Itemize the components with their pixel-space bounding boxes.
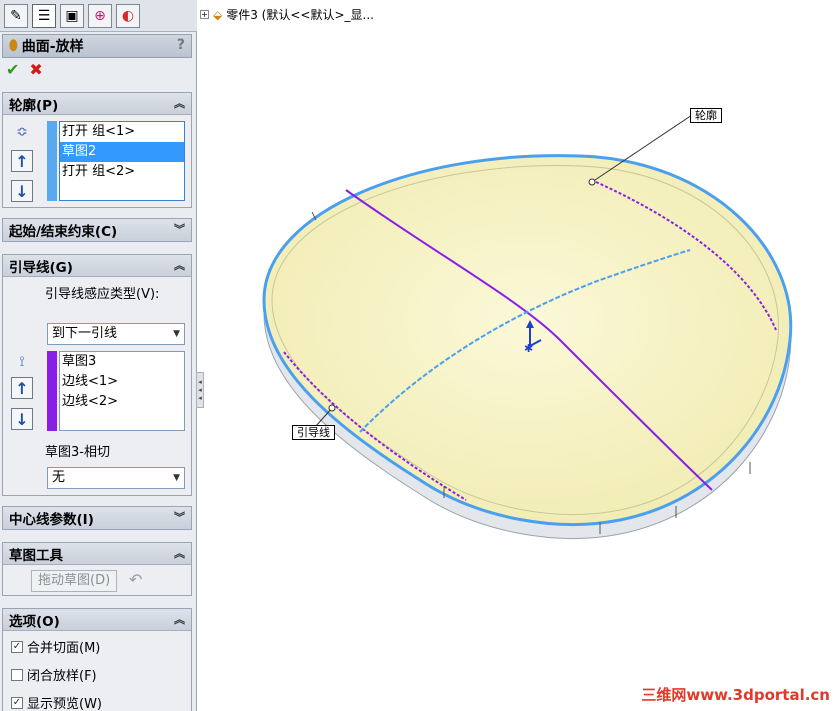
tangency-type-value: 无 — [52, 470, 66, 485]
move-down-button[interactable]: ↓ — [11, 180, 33, 202]
options-group: 选项(O) ︽ ✓ 合并切面(M) 闭合放样(F) ✓ 显示预览(W) — [2, 608, 192, 711]
property-manager-panel: ✎ ☰ ▣ ⊕ ◐ ⬮ 曲面-放样 ? ✔ ✖ 轮廓(P) ︽ ≎ ↑ ↓ 打开… — [0, 0, 197, 711]
profile-callout-label[interactable]: 轮廓 — [690, 108, 722, 123]
configuration-manager-icon: ▣ — [65, 8, 79, 24]
arrow-up-icon: ↑ — [15, 378, 29, 398]
property-manager-tab[interactable]: ☰ — [32, 4, 56, 28]
configuration-manager-tab[interactable]: ▣ — [60, 4, 84, 28]
sketch-tools-group: 草图工具 ︽ 拖动草图(D) ↶ — [2, 542, 192, 596]
influence-type-label: 引导线感应类型(V): — [45, 287, 160, 302]
sketch-tools-title: 草图工具 — [9, 547, 63, 564]
dropdown-arrow-icon: ▼ — [173, 473, 180, 483]
display-manager-tab[interactable]: ◐ — [116, 4, 140, 28]
start-end-constraints-group: 起始/结束约束(C) ︾ — [2, 218, 192, 242]
arrow-down-icon: ↓ — [15, 409, 29, 429]
guide-curves-header[interactable]: 引导线(G) ︽ — [3, 255, 191, 277]
merge-tangent-faces-checkbox[interactable]: ✓ 合并切面(M) — [11, 637, 100, 656]
close-loft-checkbox[interactable]: 闭合放样(F) — [11, 665, 97, 684]
guide-curves-list[interactable]: 草图3 边线<1> 边线<2> — [59, 351, 185, 431]
profile-list[interactable]: 打开 组<1> 草图2 打开 组<2> — [59, 121, 185, 201]
tangency-type-select[interactable]: 无 ▼ — [47, 467, 185, 489]
feature-manager-tab[interactable]: ✎ — [4, 4, 28, 28]
profile-group: 轮廓(P) ︽ ≎ ↑ ↓ 打开 组<1> 草图2 打开 组<2> — [2, 92, 192, 208]
loft-surface-icon: ⬮ — [9, 38, 18, 54]
graphics-viewport[interactable]: ✱ — [198, 24, 834, 684]
list-item[interactable]: 打开 组<2> — [60, 162, 184, 182]
checkbox-checked-icon: ✓ — [11, 640, 23, 653]
profile-color-bar — [47, 121, 57, 201]
list-item[interactable]: 边线<2> — [60, 392, 184, 412]
move-up-button[interactable]: ↑ — [11, 150, 33, 172]
start-end-constraints-header[interactable]: 起始/结束约束(C) ︾ — [3, 219, 191, 241]
guide-move-up-button[interactable]: ↑ — [11, 377, 33, 399]
help-button[interactable]: ? — [177, 37, 185, 53]
dropdown-arrow-icon: ▼ — [173, 329, 180, 339]
ok-button[interactable]: ✔ — [6, 60, 19, 82]
part-tree-label: 零件3 (默认<<默认>_显... — [226, 8, 374, 22]
display-manager-icon: ◐ — [121, 8, 135, 24]
options-title: 选项(O) — [9, 613, 60, 630]
dimxpert-icon: ⊕ — [94, 8, 106, 24]
centerline-params-group: 中心线参数(I) ︾ — [2, 506, 192, 530]
svg-text:✱: ✱ — [524, 342, 533, 355]
close-loft-label: 闭合放样(F) — [27, 669, 97, 684]
influence-type-select[interactable]: 到下一引线 ▼ — [47, 323, 185, 345]
collapse-chevron-icon[interactable]: ︽ — [174, 545, 185, 561]
profile-group-title: 轮廓(P) — [9, 97, 59, 114]
drag-sketch-button[interactable]: 拖动草图(D) — [31, 570, 118, 592]
sketch-tools-header[interactable]: 草图工具 ︽ — [3, 543, 191, 565]
show-preview-label: 显示预览(W) — [27, 697, 102, 711]
property-manager-icon: ☰ — [37, 8, 51, 24]
expand-plus-icon[interactable]: + — [200, 10, 209, 19]
start-end-constraints-title: 起始/结束约束(C) — [9, 224, 118, 240]
ok-cancel-row: ✔ ✖ — [6, 60, 43, 82]
dimxpert-tab[interactable]: ⊕ — [88, 4, 112, 28]
undo-icon[interactable]: ↶ — [129, 570, 142, 589]
feature-manager-icon: ✎ — [10, 8, 22, 24]
list-item[interactable]: 草图2 — [60, 142, 184, 162]
arrow-down-icon: ↓ — [15, 181, 29, 201]
manager-tab-bar: ✎ ☰ ▣ ⊕ ◐ — [0, 0, 197, 32]
guide-curve-icon: ⟟ — [19, 354, 25, 370]
profile-icon: ≎ — [16, 124, 28, 140]
show-preview-checkbox[interactable]: ✓ 显示预览(W) — [11, 693, 102, 711]
profile-group-header[interactable]: 轮廓(P) ︽ — [3, 93, 191, 115]
expand-chevron-icon[interactable]: ︾ — [174, 509, 185, 525]
feature-tree-flyout[interactable]: + ⬙ 零件3 (默认<<默认>_显... — [200, 6, 374, 23]
guide-move-down-button[interactable]: ↓ — [11, 408, 33, 430]
list-item[interactable]: 打开 组<1> — [60, 122, 184, 142]
checkbox-unchecked-icon — [11, 668, 23, 681]
expand-chevron-icon[interactable]: ︾ — [174, 221, 185, 237]
guide-callout-label[interactable]: 引导线 — [292, 425, 335, 440]
feature-title: 曲面-放样 — [21, 39, 84, 55]
list-item[interactable]: 边线<1> — [60, 372, 184, 392]
app-window: ✎ ☰ ▣ ⊕ ◐ ⬮ 曲面-放样 ? ✔ ✖ 轮廓(P) ︽ ≎ ↑ ↓ 打开… — [0, 0, 836, 711]
guide-color-bar — [47, 351, 57, 431]
collapse-chevron-icon[interactable]: ︽ — [174, 257, 185, 273]
influence-type-value: 到下一引线 — [52, 326, 118, 341]
options-header[interactable]: 选项(O) ︽ — [3, 609, 191, 631]
guide-curves-title: 引导线(G) — [9, 259, 73, 276]
watermark-text: 三维网www.3dportal.cn — [641, 686, 830, 704]
cancel-button[interactable]: ✖ — [29, 60, 42, 82]
checkbox-checked-icon: ✓ — [11, 696, 23, 709]
merge-tangent-faces-label: 合并切面(M) — [27, 641, 101, 656]
tangency-label: 草图3-相切 — [45, 445, 110, 460]
guide-curves-group: 引导线(G) ︽ 引导线感应类型(V): 到下一引线 ▼ ⟟ ↑ ↓ 草图3 边… — [2, 254, 192, 496]
part-icon: ⬙ — [213, 7, 223, 22]
feature-title-bar: ⬮ 曲面-放样 ? — [2, 34, 192, 58]
profile-callout-point — [588, 178, 596, 186]
centerline-params-title: 中心线参数(I) — [9, 512, 94, 528]
collapse-chevron-icon[interactable]: ︽ — [174, 95, 185, 111]
centerline-params-header[interactable]: 中心线参数(I) ︾ — [3, 507, 191, 529]
guide-callout-point — [328, 404, 336, 412]
list-item[interactable]: 草图3 — [60, 352, 184, 372]
arrow-up-icon: ↑ — [15, 151, 29, 171]
collapse-chevron-icon[interactable]: ︽ — [174, 611, 185, 627]
